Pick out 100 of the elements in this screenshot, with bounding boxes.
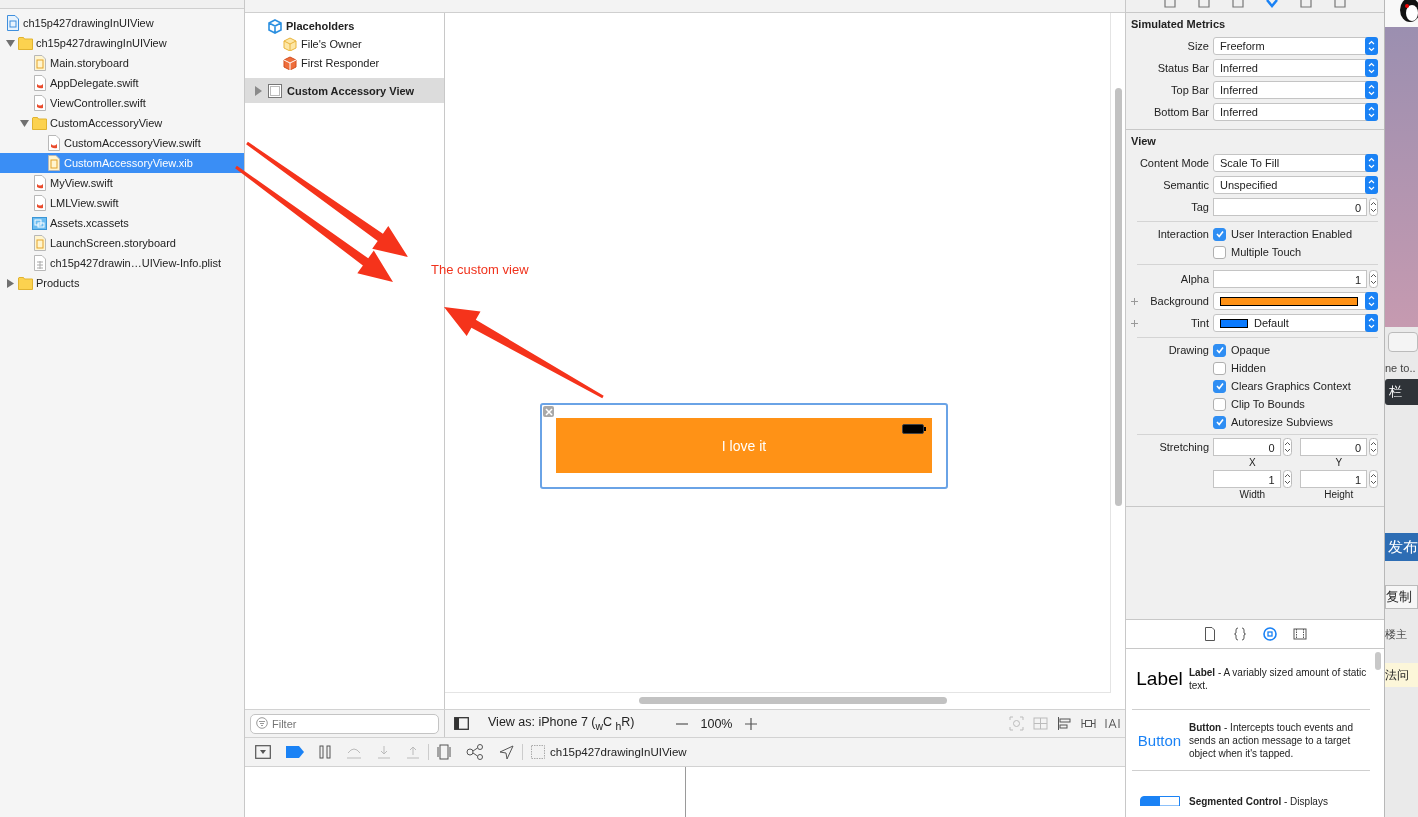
align-icon[interactable] (1057, 716, 1072, 731)
pause-icon[interactable] (319, 745, 331, 759)
color-dropdown[interactable] (1213, 292, 1378, 310)
view-hierarchy-icon[interactable] (437, 744, 451, 760)
checkbox[interactable] (1213, 415, 1226, 429)
page-button[interactable]: 发布 (1385, 533, 1418, 561)
disclosure-triangle-right-icon[interactable] (254, 85, 263, 96)
hide-debug-area-icon[interactable] (255, 745, 271, 759)
stepper[interactable] (1369, 198, 1378, 216)
breakpoint-icon[interactable] (286, 746, 304, 758)
stack-icon[interactable] (1033, 716, 1048, 731)
label-preview: Label (1136, 668, 1183, 690)
navigator-item[interactable]: ch15p427drawingInUIView (0, 33, 244, 53)
color-dropdown[interactable]: Default (1213, 314, 1378, 332)
disclosure-triangle-down-icon[interactable] (19, 118, 29, 128)
zoom-level: 100% (700, 716, 733, 731)
dropdown[interactable]: Freeform (1213, 37, 1378, 55)
storyboard-file-icon (32, 235, 47, 251)
stepper[interactable] (1282, 470, 1292, 488)
number-field[interactable]: 0 (1213, 438, 1281, 456)
project-file-icon (5, 15, 20, 31)
number-field[interactable]: 0 (1213, 198, 1367, 216)
zoom-in-icon[interactable] (744, 716, 759, 731)
number-field[interactable]: 1 (1213, 270, 1367, 288)
swift-file-icon (32, 95, 47, 111)
resolve-issues-icon[interactable] (1105, 716, 1120, 731)
scrollbar[interactable] (1115, 88, 1122, 506)
highlighted-text: 法问 (1385, 663, 1418, 687)
checkbox[interactable] (1213, 343, 1226, 357)
navigator-item[interactable]: MyView.swift (0, 173, 244, 193)
inspector-tab[interactable] (1163, 0, 1177, 10)
stepper[interactable] (1369, 470, 1378, 488)
dropdown[interactable]: Scale To Fill (1213, 154, 1378, 172)
checkbox[interactable] (1213, 227, 1226, 241)
media-icon[interactable] (1293, 627, 1307, 641)
annotation-text: The custom view (431, 262, 529, 277)
plus-icon[interactable] (1131, 297, 1138, 305)
checkbox[interactable] (1213, 397, 1226, 411)
dropdown[interactable]: Unspecified (1213, 176, 1378, 194)
navigator-item[interactable]: AppDelegate.swift (0, 73, 244, 93)
navigator-item[interactable]: CustomAccessoryView (0, 113, 244, 133)
checkbox[interactable] (1213, 361, 1226, 375)
number-field[interactable]: 0 (1299, 438, 1367, 456)
swift-file-icon (32, 195, 47, 211)
field-label: Interaction (1156, 228, 1210, 240)
number-field[interactable]: 1 (1213, 470, 1281, 488)
location-icon[interactable] (499, 744, 514, 760)
scrollbar[interactable] (1375, 652, 1381, 670)
step-in-icon[interactable] (377, 745, 391, 759)
number-field[interactable]: 1 (1299, 470, 1367, 488)
memory-graph-icon[interactable] (466, 744, 484, 760)
library-item[interactable]: Label Label - A variably sized amount of static text. (1132, 649, 1370, 710)
file-icon[interactable] (1203, 627, 1217, 641)
navigator-item[interactable]: ViewController.swift (0, 93, 244, 113)
object-icon[interactable] (1263, 627, 1277, 641)
stepper[interactable] (1282, 438, 1292, 456)
navigator-item[interactable]: LMLView.swift (0, 193, 244, 213)
inspector-tab[interactable] (1333, 0, 1347, 10)
field-caption: Height (1324, 489, 1354, 500)
sidebar-toggle-icon[interactable] (454, 717, 469, 730)
inspector-tab[interactable] (1299, 0, 1313, 10)
dropdown[interactable]: Inferred (1213, 81, 1378, 99)
navigator-item[interactable]: LaunchScreen.storyboard (0, 233, 244, 253)
checkbox[interactable] (1213, 245, 1226, 259)
dropdown[interactable]: Inferred (1213, 103, 1378, 121)
navigator-item[interactable]: ch15p427drawin…UIView-Info.plist (0, 253, 244, 273)
filter-field[interactable]: Filter (250, 713, 439, 734)
device-selector[interactable]: View as: iPhone 7 ($_{w}$C $_{h}$R) (488, 715, 635, 732)
step-out-icon[interactable] (406, 745, 420, 759)
library-item[interactable]: Segmented Control - Displays (1132, 771, 1370, 817)
checkbox[interactable] (1213, 379, 1226, 393)
plus-icon[interactable] (1131, 319, 1138, 327)
inspector-tab[interactable] (1197, 0, 1211, 10)
outline-item[interactable]: File's Owner (245, 35, 444, 53)
pin-icon[interactable] (1081, 716, 1096, 731)
page-button[interactable]: 复制 (1385, 585, 1418, 609)
step-over-icon[interactable] (346, 745, 362, 759)
inspector-tab[interactable] (1265, 0, 1279, 10)
dropdown[interactable]: Inferred (1213, 59, 1378, 77)
braces-icon[interactable] (1233, 627, 1247, 641)
navigator-item[interactable]: CustomAccessoryView.swift (0, 133, 244, 153)
outline-item[interactable]: Custom Accessory View (245, 78, 444, 103)
field-label: Alpha (1179, 273, 1210, 285)
navigator-item[interactable]: Main.storyboard (0, 53, 244, 73)
segmented-control-preview (1139, 796, 1180, 806)
stepper[interactable] (1369, 270, 1378, 288)
page-button[interactable]: 栏 (1385, 379, 1418, 405)
navigator-item[interactable]: ch15p427drawingInUIView (0, 13, 244, 33)
chevron-icon (1365, 292, 1378, 310)
navigator-item[interactable]: Products (0, 273, 244, 293)
inspector-tab[interactable] (1231, 0, 1245, 10)
close-icon[interactable] (543, 406, 554, 417)
navigator-item[interactable]: Assets.xcassets (0, 213, 244, 233)
library-item[interactable]: Button Button - Intercepts touch events and sends an action message to a target object when it's tapped. (1132, 710, 1370, 771)
disclosure-triangle-down-icon[interactable] (5, 38, 15, 48)
outline-item[interactable]: First Responder (245, 54, 444, 72)
stepper[interactable] (1369, 438, 1378, 456)
download-button[interactable] (1388, 332, 1418, 352)
disclosure-triangle-right-icon[interactable] (5, 278, 15, 288)
scrollbar[interactable] (639, 697, 947, 704)
